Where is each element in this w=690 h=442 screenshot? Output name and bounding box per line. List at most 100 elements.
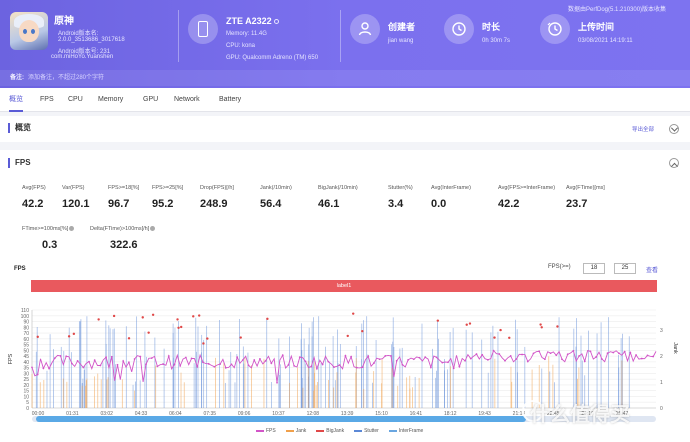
fps-point: [270, 362, 273, 365]
chart-title: FPS: [14, 266, 26, 272]
query-link[interactable]: 查看: [646, 265, 658, 274]
upload-time-icon: [540, 14, 570, 44]
tab-network[interactable]: Network: [174, 88, 200, 112]
bigjank-marker: [202, 342, 205, 345]
fps-point: [555, 354, 558, 357]
fps-point: [219, 363, 221, 365]
tab-bar: 概览 FPS CPU Memory GPU Network Battery: [0, 88, 690, 112]
notes-bar[interactable]: 备注: 添加备注，不超过280个字符: [0, 70, 690, 86]
metric-label: Delta(FTime)>100ms[/h]: [90, 226, 150, 232]
fps-point: [418, 356, 421, 359]
fps-filter-label: FPS(>=): [548, 264, 571, 270]
overview-panel: 概览 导出全部: [0, 116, 690, 142]
fps-point: [390, 355, 392, 357]
bigjank-marker: [180, 325, 183, 329]
metric-7: Stutter(%) 3.4: [388, 185, 413, 210]
legend-item-bigjank[interactable]: BigJank: [316, 428, 344, 434]
y-tick-label: 35: [23, 366, 29, 372]
fps-point: [606, 352, 609, 355]
info-icon[interactable]: [273, 19, 279, 25]
bigjank-marker: [539, 323, 542, 326]
legend-item-fps[interactable]: FPS: [256, 428, 276, 434]
legend-item-stutter[interactable]: Stutter: [354, 428, 379, 434]
metric-4: Drop(FPS)[/h] 248.9: [200, 185, 234, 210]
metric-label: Var(FPS): [62, 185, 85, 191]
tab-battery[interactable]: Battery: [219, 88, 241, 112]
bigjank-marker: [141, 316, 144, 319]
fps-filter-high-input[interactable]: 25: [614, 263, 636, 274]
tab-memory[interactable]: Memory: [98, 88, 123, 112]
fps-point: [595, 356, 598, 358]
fps-point: [572, 349, 575, 352]
fps-point: [618, 352, 620, 355]
creator-label: 创建者: [388, 22, 416, 32]
fps-point: [600, 358, 603, 360]
clock-icon: [444, 14, 474, 44]
metric-10: Avg(FTime)[ms] 23.7: [566, 185, 605, 210]
metric-row2-0: FTime>=100ms[%] 0.3: [22, 226, 75, 251]
tab-fps[interactable]: FPS: [40, 88, 54, 112]
fps-point: [230, 363, 233, 366]
report-header: 原神 Android版本名: 2.0.0_3513686_3017618 And…: [0, 0, 690, 88]
legend-item-jank[interactable]: Jank: [285, 428, 306, 434]
fps-point: [42, 367, 45, 370]
fps-point: [116, 363, 119, 366]
fps-point: [247, 364, 250, 367]
collapse-icon[interactable]: [669, 124, 679, 134]
tab-overview[interactable]: 概览: [9, 88, 23, 112]
fps-point: [407, 359, 410, 361]
fps-point: [53, 357, 56, 360]
fps-point: [469, 357, 472, 360]
y2-tick-label: 3: [660, 328, 663, 334]
export-all-link[interactable]: 导出全部: [632, 125, 654, 133]
notes-placeholder[interactable]: 添加备注，不超过280个字符: [28, 75, 104, 81]
fps-point: [241, 359, 244, 361]
metric-value: 248.9: [200, 198, 228, 210]
app-package: com.miHoYo.Yuanshen: [51, 54, 114, 60]
fps-point: [373, 362, 375, 364]
fps-point: [179, 365, 182, 367]
bigjank-marker: [499, 328, 502, 332]
fps-point: [88, 360, 90, 363]
metric-1: Var(FPS) 120.1: [62, 185, 90, 210]
tab-cpu[interactable]: CPU: [68, 88, 83, 112]
fps-point: [338, 364, 341, 366]
help-icon[interactable]: [69, 226, 75, 232]
metric-label: Avg(FPS): [22, 185, 46, 191]
y-tick-label: 55: [23, 343, 29, 349]
divider: [340, 10, 341, 62]
fps-point: [202, 361, 204, 364]
metric-value: 120.1: [62, 198, 90, 210]
y-tick-label: 10: [23, 394, 29, 400]
tab-gpu[interactable]: GPU: [143, 88, 158, 112]
help-icon[interactable]: [150, 226, 156, 232]
fps-point: [281, 354, 284, 357]
legend-item-interframe[interactable]: InterFrame: [388, 428, 423, 434]
fps-point: [333, 366, 335, 368]
device-name: ZTE A2322: [226, 16, 279, 26]
y-tick-label: 40: [23, 360, 29, 366]
y2-tick-label: 0: [660, 406, 663, 412]
label-band[interactable]: label1: [31, 280, 657, 292]
y-tick-label: 45: [23, 354, 29, 360]
fps-filter-low-input[interactable]: 18: [583, 263, 605, 274]
bigjank-marker: [127, 337, 131, 340]
fps-point: [561, 358, 563, 361]
metric-value: 322.6: [110, 239, 138, 251]
bigjank-marker: [97, 318, 100, 321]
y-tick-label: 100: [21, 314, 30, 320]
fps-point: [122, 360, 125, 362]
collapse-icon[interactable]: [669, 158, 679, 168]
fps-point: [190, 357, 193, 360]
bigjank-marker: [556, 325, 559, 328]
fps-point: [213, 365, 216, 368]
fps-point: [486, 358, 489, 361]
fps-point: [76, 359, 79, 362]
fps-title: FPS: [8, 158, 31, 168]
bigjank-marker: [112, 314, 116, 318]
collector-note: 数据由PerfDog(5.1.210300)版本收集: [568, 7, 667, 13]
bigjank-marker: [361, 329, 364, 333]
overview-title: 概览: [8, 123, 31, 133]
fps-point: [70, 362, 73, 365]
y2-tick-label: 2: [660, 354, 663, 360]
